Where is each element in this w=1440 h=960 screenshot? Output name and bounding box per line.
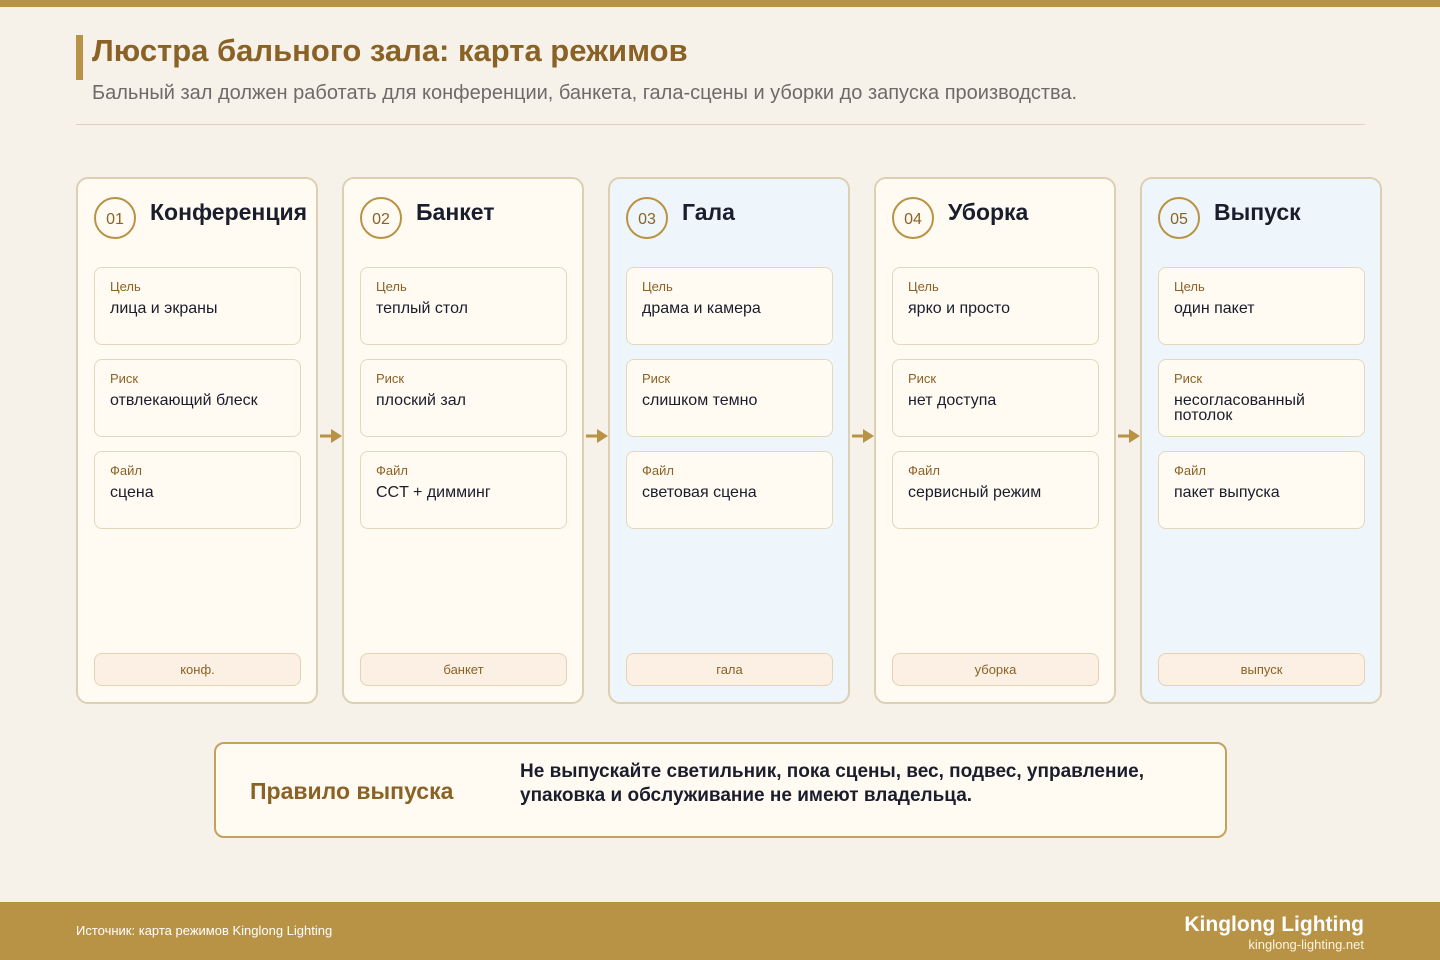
page-title: Люстра бального зала: карта режимов xyxy=(92,33,688,68)
file-label: Файл xyxy=(1174,463,1206,478)
goal-field: Цель теплый стол xyxy=(360,267,567,345)
goal-label: Цель xyxy=(376,279,407,294)
goal-label: Цель xyxy=(110,279,141,294)
goal-field: Цель лица и экраны xyxy=(94,267,301,345)
risk-value: нет доступа xyxy=(908,392,997,409)
risk-value: слишком темно xyxy=(642,392,758,409)
file-label: Файл xyxy=(908,463,940,478)
file-value: сцена xyxy=(110,484,154,501)
goal-value: драма и камера xyxy=(642,300,761,317)
step-number: 03 xyxy=(626,197,668,239)
file-field: Файл CCT + димминг xyxy=(360,451,567,529)
mode-card-gala: 03 Гала Цель драма и камера Риск слишком… xyxy=(608,177,850,704)
file-field: Файл световая сцена xyxy=(626,451,833,529)
risk-field: Риск нет доступа xyxy=(892,359,1099,437)
risk-field: Риск отвлекающий блеск xyxy=(94,359,301,437)
file-value: сервисный режим xyxy=(908,484,1042,501)
risk-value: плоский зал xyxy=(376,392,466,409)
file-value: световая сцена xyxy=(642,484,757,501)
mode-title: Гала xyxy=(682,199,735,225)
mode-card-cleaning: 04 Уборка Цель ярко и просто Риск нет до… xyxy=(874,177,1116,704)
risk-label: Риск xyxy=(110,371,139,386)
page-subtitle: Бальный зал должен работать для конферен… xyxy=(92,82,1078,104)
risk-label: Риск xyxy=(1174,371,1203,386)
file-value: пакет выпуска xyxy=(1174,484,1280,501)
risk-field: Риск слишком темно xyxy=(626,359,833,437)
mode-tag: гала xyxy=(626,653,833,686)
mode-title: Выпуск xyxy=(1214,199,1301,225)
title-accent-bar xyxy=(76,35,83,80)
top-accent-stripe xyxy=(0,0,1440,7)
mode-tag: банкет xyxy=(360,653,567,686)
mode-card-conference: 01 Конференция Цель лица и экраны Риск о… xyxy=(76,177,318,704)
goal-value: один пакет xyxy=(1174,300,1255,317)
file-label: Файл xyxy=(110,463,142,478)
risk-label: Риск xyxy=(642,371,671,386)
release-rule-label: Правило выпуска xyxy=(250,778,454,804)
risk-field: Риск несогласованный потолок xyxy=(1158,359,1365,437)
mode-card-banquet: 02 Банкет Цель теплый стол Риск плоский … xyxy=(342,177,584,704)
header-divider xyxy=(76,124,1365,125)
step-number: 01 xyxy=(94,197,136,239)
risk-value: отвлекающий блеск xyxy=(110,392,258,409)
arrow-right-icon xyxy=(320,429,342,443)
risk-label: Риск xyxy=(376,371,405,386)
risk-field: Риск плоский зал xyxy=(360,359,567,437)
risk-value: несогласованный потолок xyxy=(1174,392,1305,424)
goal-value: ярко и просто xyxy=(908,300,1010,317)
goal-label: Цель xyxy=(1174,279,1205,294)
mode-card-release: 05 Выпуск Цель один пакет Риск несогласо… xyxy=(1140,177,1382,704)
file-field: Файл сцена xyxy=(94,451,301,529)
file-label: Файл xyxy=(376,463,408,478)
mode-tag: выпуск xyxy=(1158,653,1365,686)
footer-source: Источник: карта режимов Kinglong Lightin… xyxy=(76,923,333,938)
mode-title: Банкет xyxy=(416,199,495,225)
mode-tag: уборка xyxy=(892,653,1099,686)
footer: Источник: карта режимов Kinglong Lightin… xyxy=(0,902,1440,960)
goal-field: Цель драма и камера xyxy=(626,267,833,345)
arrow-right-icon xyxy=(1118,429,1140,443)
mode-tag: конф. xyxy=(94,653,301,686)
arrow-right-icon xyxy=(586,429,608,443)
mode-title: Уборка xyxy=(948,199,1029,225)
mode-title: Конференция xyxy=(150,199,308,225)
step-number: 05 xyxy=(1158,197,1200,239)
goal-value: лица и экраны xyxy=(110,300,218,317)
goal-value: теплый стол xyxy=(376,300,468,317)
footer-url: kinglong-lighting.net xyxy=(1248,937,1364,952)
goal-label: Цель xyxy=(908,279,939,294)
arrow-right-icon xyxy=(852,429,874,443)
release-rule-text: Не выпускайте светильник, пока сцены, ве… xyxy=(520,761,1144,806)
release-rule-panel: Правило выпуска Не выпускайте светильник… xyxy=(214,742,1227,838)
file-field: Файл сервисный режим xyxy=(892,451,1099,529)
goal-field: Цель один пакет xyxy=(1158,267,1365,345)
step-number: 04 xyxy=(892,197,934,239)
risk-label: Риск xyxy=(908,371,937,386)
step-number: 02 xyxy=(360,197,402,239)
footer-brand: Kinglong Lighting xyxy=(1184,913,1364,936)
file-value: CCT + димминг xyxy=(376,484,491,501)
goal-label: Цель xyxy=(642,279,673,294)
goal-field: Цель ярко и просто xyxy=(892,267,1099,345)
file-field: Файл пакет выпуска xyxy=(1158,451,1365,529)
file-label: Файл xyxy=(642,463,674,478)
